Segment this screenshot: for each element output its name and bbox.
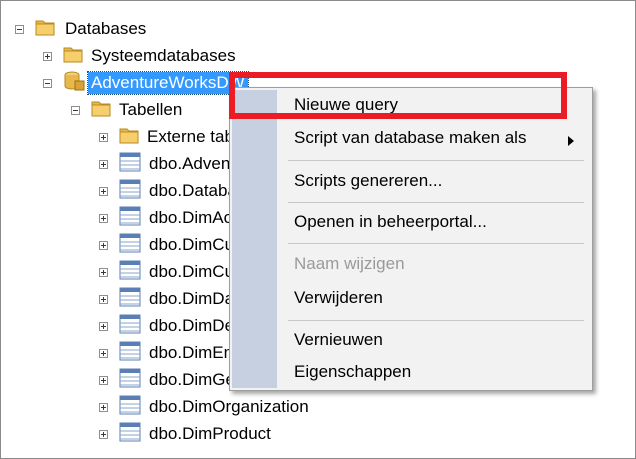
tree-node-databases[interactable]: Databases	[15, 16, 149, 42]
submenu-arrow-icon	[568, 136, 574, 146]
plus-box-icon[interactable]	[99, 429, 108, 439]
table-icon	[119, 395, 141, 420]
menu-item-properties[interactable]: Eigenschappen	[294, 358, 411, 386]
menu-separator	[288, 202, 584, 203]
plus-box-icon[interactable]	[43, 51, 52, 61]
table-icon	[119, 368, 141, 393]
plus-box-icon[interactable]	[99, 132, 108, 142]
table-icon	[119, 341, 141, 366]
plus-box-icon[interactable]	[99, 375, 108, 385]
highlight-box	[229, 72, 567, 119]
plus-box-icon[interactable]	[99, 213, 108, 223]
plus-box-icon[interactable]	[99, 267, 108, 277]
table-icon	[119, 152, 141, 177]
plus-box-icon[interactable]	[99, 159, 108, 169]
menu-item-delete[interactable]: Verwijderen	[294, 284, 383, 312]
menu-item-open-in-portal[interactable]: Openen in beheerportal...	[294, 208, 487, 236]
menu-item-rename: Naam wijzigen	[294, 254, 405, 273]
plus-box-icon[interactable]	[99, 294, 108, 304]
menu-separator	[288, 320, 584, 321]
table-icon	[119, 422, 141, 447]
folder-icon	[63, 45, 83, 68]
plus-box-icon[interactable]	[99, 240, 108, 250]
tree-node-label: dbo.DimOrganization	[149, 397, 309, 416]
table-icon	[119, 179, 141, 204]
table-icon	[119, 260, 141, 285]
table-icon	[119, 287, 141, 312]
menu-item-script-database-as[interactable]: Script van database maken als	[294, 124, 526, 152]
tree-node-label: dbo.DimProduct	[149, 424, 271, 443]
folder-icon	[119, 126, 139, 149]
tree-node-adventureworks[interactable]: AdventureWorksDW	[43, 70, 249, 97]
tree-node-table[interactable]: dbo.DimOrganization	[99, 394, 312, 420]
context-menu: Nieuwe query Script van database maken a…	[229, 87, 593, 391]
tree-node-label: Tabellen	[119, 100, 183, 119]
menu-icon-gutter	[232, 90, 277, 388]
minus-box-icon[interactable]	[43, 78, 52, 88]
minus-box-icon[interactable]	[71, 105, 80, 115]
table-icon	[119, 314, 141, 339]
plus-box-icon[interactable]	[99, 348, 108, 358]
tree-node-label: Databases	[65, 19, 147, 38]
tree-node-system-databases[interactable]: Systeemdatabases	[43, 43, 239, 69]
plus-box-icon[interactable]	[99, 186, 108, 196]
tree-node-label-selected: AdventureWorksDW	[87, 71, 249, 95]
menu-item-generate-scripts[interactable]: Scripts genereren...	[294, 167, 442, 195]
folder-icon	[91, 99, 111, 122]
menu-item-refresh[interactable]: Vernieuwen	[294, 326, 383, 354]
plus-box-icon[interactable]	[99, 402, 108, 412]
database-icon	[63, 70, 85, 97]
table-icon	[119, 233, 141, 258]
folder-icon	[35, 18, 55, 41]
plus-box-icon[interactable]	[99, 321, 108, 331]
object-explorer-window: Databases Systeemdatabases AdventureWork…	[0, 0, 636, 459]
table-icon	[119, 206, 141, 231]
minus-box-icon[interactable]	[15, 24, 24, 34]
menu-separator	[288, 160, 584, 161]
tree-node-label: Systeemdatabases	[91, 46, 236, 65]
tree-node-tables[interactable]: Tabellen	[71, 97, 185, 123]
tree-node-table[interactable]: dbo.DimProduct	[99, 421, 274, 447]
menu-separator	[288, 243, 584, 244]
